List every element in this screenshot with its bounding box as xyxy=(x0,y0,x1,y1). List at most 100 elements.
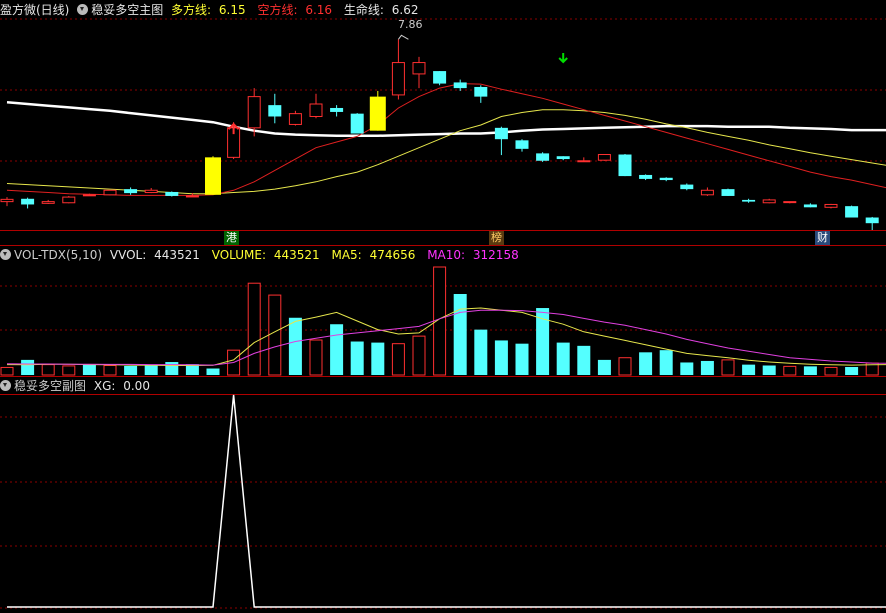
vol-bar-30 xyxy=(618,357,632,376)
vol-menu-icon[interactable] xyxy=(0,249,11,260)
candle-body-41 xyxy=(845,206,859,218)
vol-bar-28 xyxy=(577,345,591,375)
xg-value: 0.00 xyxy=(123,379,150,393)
vol-name: VOL-TDX(5,10) xyxy=(14,248,103,262)
vol-bar-10 xyxy=(206,368,220,375)
candle-body-10 xyxy=(205,157,221,195)
candle-body-42 xyxy=(865,217,879,224)
sub-menu-icon[interactable] xyxy=(0,380,11,391)
long-label: 多方线: xyxy=(171,3,212,17)
candle-body-0 xyxy=(0,198,14,203)
vol-bar-36 xyxy=(742,364,756,375)
badge-gang[interactable]: 港 xyxy=(224,231,239,245)
vol-bar-24 xyxy=(494,340,508,375)
vol-bar-35 xyxy=(721,359,735,376)
vol-bar-15 xyxy=(309,339,323,376)
vol-bar-1 xyxy=(21,359,35,375)
candle-body-6 xyxy=(124,189,138,194)
candle-body-17 xyxy=(350,113,364,134)
candle-body-7 xyxy=(144,189,158,194)
ma10-label: MA10: xyxy=(427,248,466,262)
vol-bar-40 xyxy=(824,366,838,376)
candle-body-20 xyxy=(412,62,426,75)
life-value: 6.62 xyxy=(391,3,419,17)
vol-bar-19 xyxy=(391,343,405,376)
vol-bar-7 xyxy=(144,365,158,375)
xg-polyline xyxy=(7,394,886,608)
candle-body-22 xyxy=(453,82,467,89)
life-line xyxy=(6,101,886,138)
vol-panel-header: VOL-TDX(5,10) VVOL: 443521 VOLUME: 44352… xyxy=(0,246,527,264)
vol-bar-17 xyxy=(350,341,364,375)
candle-body-13 xyxy=(268,105,282,117)
ma5-value: 474656 xyxy=(369,248,416,262)
candle-body-37 xyxy=(762,199,776,204)
vol-bar-22 xyxy=(453,294,467,375)
candle-body-12 xyxy=(247,96,261,129)
vol-bar-38 xyxy=(783,365,797,376)
candle-body-32 xyxy=(659,177,673,181)
vvol-label: VVOL: xyxy=(109,248,147,262)
candle-body-40 xyxy=(824,203,838,208)
indicator-menu-icon[interactable] xyxy=(77,4,89,15)
main-indicator-name: 稳妥多空主图 xyxy=(91,3,164,17)
chart-canvas xyxy=(0,18,886,609)
vol-bar-37 xyxy=(762,365,776,375)
short-value: 6.16 xyxy=(305,3,333,17)
volume-value: 443521 xyxy=(273,248,320,262)
candle-body-34 xyxy=(700,189,714,196)
candle-body-31 xyxy=(639,174,653,179)
vvol-value: 443521 xyxy=(154,248,200,262)
vol-bar-8 xyxy=(165,362,179,375)
xg-label: XG: xyxy=(93,379,116,393)
candle-body-26 xyxy=(536,153,550,161)
vol-bar-26 xyxy=(536,308,550,375)
badge-cai[interactable]: 财 xyxy=(815,231,830,245)
vol-bar-4 xyxy=(82,364,96,375)
candle-body-14 xyxy=(288,113,302,125)
long-line xyxy=(6,109,886,195)
candle-body-23 xyxy=(474,86,488,97)
vol-bar-23 xyxy=(474,329,488,375)
vol-bar-34 xyxy=(700,360,714,375)
candle-body-3 xyxy=(62,196,76,204)
vol-bar-39 xyxy=(803,366,817,375)
sell-arrow-icon xyxy=(558,53,568,64)
candle-body-21 xyxy=(433,71,447,84)
volume-label: VOLUME: xyxy=(211,248,267,262)
ma5-label: MA5: xyxy=(331,248,362,262)
volume-ma-lines xyxy=(6,307,886,366)
candle-body-39 xyxy=(803,204,817,208)
vol-bar-13 xyxy=(268,294,282,376)
vol-bar-21 xyxy=(433,266,447,376)
short-label: 空方线: xyxy=(257,3,298,17)
vol-bar-27 xyxy=(556,342,570,375)
candle-body-1 xyxy=(21,198,35,205)
short-line xyxy=(6,83,886,196)
vol-bar-12 xyxy=(247,282,261,376)
vol-bar-2 xyxy=(41,364,55,376)
candle-body-35 xyxy=(721,189,735,196)
badge-bang[interactable]: 榜 xyxy=(489,231,504,245)
ma10-value: 312158 xyxy=(472,248,519,262)
vol-bar-32 xyxy=(659,350,673,375)
candle-body-5 xyxy=(103,189,117,196)
candle-body-38 xyxy=(783,201,797,204)
candle-body-4 xyxy=(82,194,96,197)
vol-bar-3 xyxy=(62,365,76,376)
vol-bar-33 xyxy=(680,362,694,375)
candle-body-24 xyxy=(494,127,508,140)
candle-body-16 xyxy=(330,107,344,112)
vol-ma10-line xyxy=(6,309,886,366)
long-value: 6.15 xyxy=(218,3,246,17)
candle-body-19 xyxy=(391,62,405,96)
volume-bars xyxy=(0,266,879,376)
xg-line xyxy=(7,394,886,608)
candle-body-36 xyxy=(742,199,756,202)
candle-body-9 xyxy=(185,195,199,198)
candle-body-15 xyxy=(309,103,323,117)
vol-bar-20 xyxy=(412,335,426,376)
candle-body-28 xyxy=(577,160,591,163)
candle-body-30 xyxy=(618,154,632,177)
max-price-annotation: 7.86 xyxy=(398,18,423,31)
